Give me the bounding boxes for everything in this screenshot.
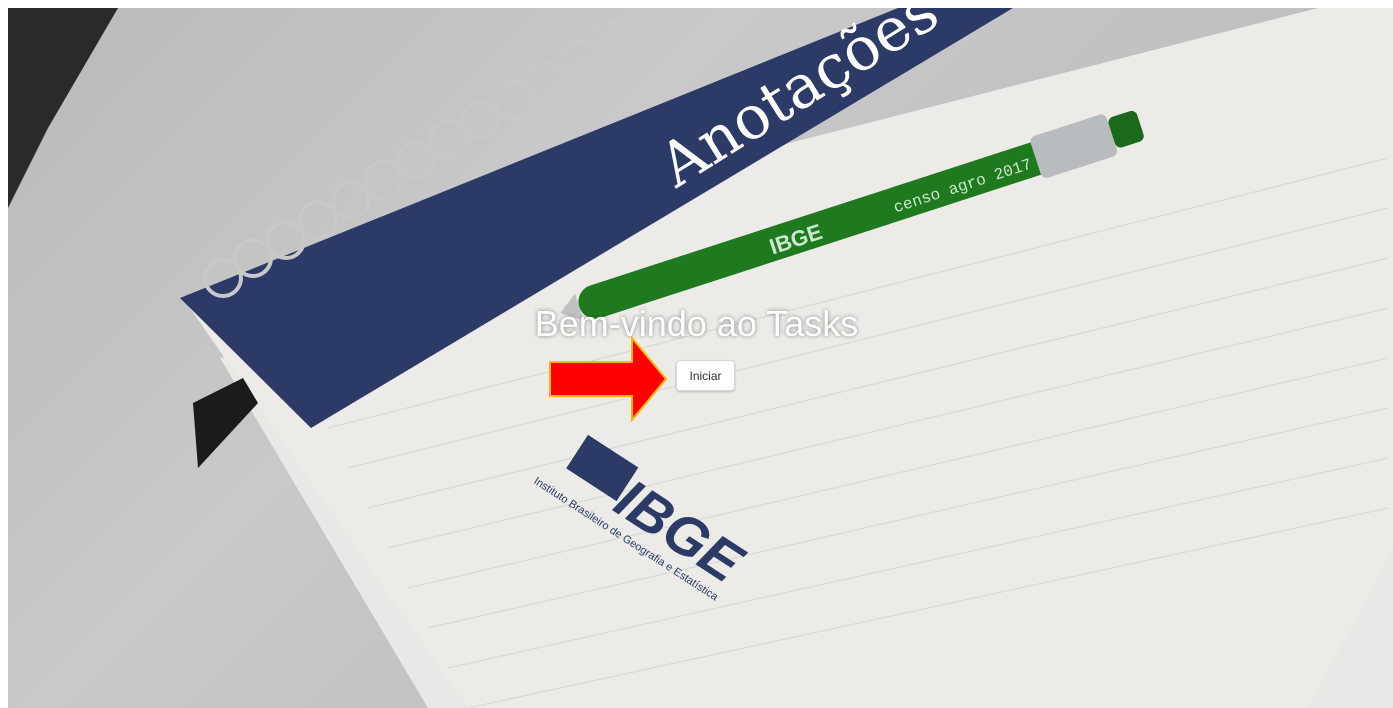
- start-button[interactable]: Iniciar: [676, 360, 735, 391]
- dark-object: [8, 8, 118, 208]
- ribbon-bookmark: [193, 378, 258, 468]
- background-photo: Anotações IBGE censo agro 2017 IBGE Inst…: [8, 8, 1393, 708]
- notebook-photo: Anotações IBGE censo agro 2017 IBGE Inst…: [8, 8, 1393, 708]
- welcome-title: Bem-vindo ao Tasks: [534, 303, 859, 344]
- pointer-arrow-icon: [549, 336, 668, 422]
